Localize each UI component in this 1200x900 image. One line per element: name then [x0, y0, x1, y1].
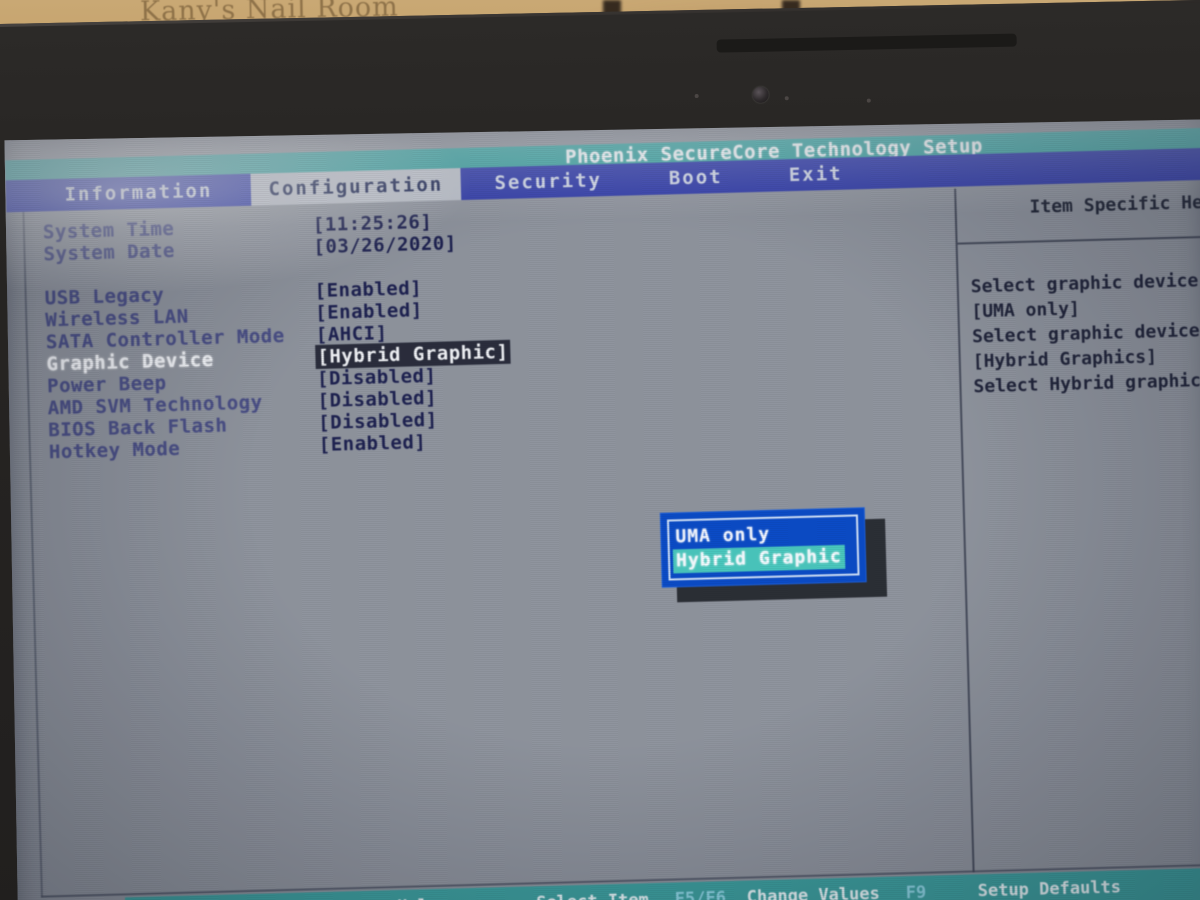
menu-tab-configuration[interactable]: Configuration — [250, 168, 462, 206]
settings-row-system-time[interactable]: System Time [11:25:26] — [43, 211, 433, 244]
lcd-screen: Phoenix SecureCore Technology Setup Info… — [4, 119, 1200, 900]
bezel-dot — [694, 93, 699, 99]
function-key[interactable]: F9 — [905, 881, 978, 900]
menu-tab-information[interactable]: Information — [26, 174, 252, 212]
setting-value[interactable]: [Enabled] — [314, 277, 422, 302]
help-header-divider — [957, 235, 1200, 245]
help-panel-title: Item Specific Help — [1029, 191, 1200, 218]
menu-tab-label: Information — [64, 179, 213, 206]
bezel-notch — [716, 33, 1017, 53]
popup-option-hybrid-graphic[interactable]: Hybrid Graphic — [672, 544, 846, 574]
pane-border-left — [22, 211, 43, 898]
setting-label: AMD SVM Technology — [47, 391, 263, 420]
setting-value[interactable]: [Disabled] — [317, 365, 437, 390]
setting-value[interactable]: [Disabled] — [317, 387, 437, 412]
bios-setup-utility: Phoenix SecureCore Technology Setup Info… — [4, 119, 1200, 900]
bezel-dot — [866, 98, 871, 103]
setting-value[interactable]: [03/26/2020] — [313, 232, 457, 258]
setting-label: Graphic Device — [46, 348, 214, 376]
settings-row-system-date[interactable]: System Date [03/26/2020] — [43, 232, 457, 265]
popup-option-list: UMA only Hybrid Graphic — [672, 521, 846, 574]
setting-value[interactable]: [Hybrid Graphic] — [316, 340, 510, 369]
menu-tab-security[interactable]: Security — [460, 163, 636, 200]
setting-label: USB Legacy — [44, 284, 165, 310]
settings-list: System Time [11:25:26] System Date [03/26/2… — [43, 211, 510, 463]
setting-value[interactable]: [Enabled] — [315, 299, 423, 324]
setting-label: BIOS Back Flash — [48, 414, 228, 442]
settings-row-hotkey-mode[interactable]: Hotkey Mode [Enabled] — [49, 431, 427, 463]
settings-row-amd-svm-technology[interactable]: AMD SVM Technology [Disabled] — [47, 387, 437, 420]
menu-tab-exit[interactable]: Exit — [755, 157, 876, 192]
setting-value[interactable]: [AHCI] — [316, 322, 388, 346]
setting-value[interactable]: [Disabled] — [318, 409, 438, 434]
settings-row-sata-controller-mode[interactable]: SATA Controller Mode [AHCI] — [46, 322, 388, 353]
webcam-icon — [752, 86, 769, 103]
setting-label: System Date — [43, 239, 176, 266]
menu-tab-label: Boot — [668, 165, 723, 190]
laptop-lid: Phoenix SecureCore Technology Setup Info… — [0, 0, 1200, 900]
setting-value[interactable]: [11:25:26] — [313, 211, 433, 236]
menu-tab-label: Exit — [788, 162, 843, 187]
graphic-device-dropdown[interactable]: UMA only Hybrid Graphic — [659, 507, 867, 588]
setting-value[interactable]: [Enabled] — [319, 431, 427, 456]
menu-tab-boot[interactable]: Boot — [635, 160, 756, 195]
settings-row-usb-legacy[interactable]: USB Legacy [Enabled] — [44, 277, 422, 309]
function-key-label: Change Values — [746, 883, 881, 900]
settings-spacer — [44, 265, 45, 287]
function-key-label: Setup Defaults — [977, 877, 1122, 900]
setting-label: Hotkey Mode — [48, 437, 181, 464]
function-key[interactable]: ↑↓ — [464, 893, 537, 900]
function-key-label: Select Item — [536, 890, 649, 900]
help-panel-body: Select graphic device [UMA only] Select gr… — [970, 266, 1200, 399]
function-key-bar: F1Help↑↓Select ItemF5/F6Change ValuesF9S… — [124, 866, 1200, 900]
menu-tab-label: Security — [494, 169, 603, 195]
settings-row-graphic-device[interactable]: Graphic Device [Hybrid Graphic] — [46, 340, 510, 375]
function-key-label: Help — [397, 896, 438, 900]
bezel-dot — [784, 96, 789, 101]
function-key-row-1: F1Help↑↓Select ItemF5/F6Change ValuesF9S… — [325, 877, 1121, 900]
setting-label: Power Beep — [46, 372, 167, 398]
photo-of-laptop-bios-screen: Kany's Nail Room Phoenix SecureCore Tech… — [0, 0, 1200, 900]
function-key[interactable]: F5/F6 — [675, 888, 748, 900]
settings-row-wireless-lan[interactable]: Wireless LAN [Enabled] — [45, 299, 423, 331]
key-gap — [880, 893, 906, 894]
menu-tab-label: Configuration — [268, 173, 444, 201]
settings-row-bios-back-flash[interactable]: BIOS Back Flash [Disabled] — [48, 409, 438, 442]
settings-row-power-beep[interactable]: Power Beep [Disabled] — [47, 365, 437, 398]
